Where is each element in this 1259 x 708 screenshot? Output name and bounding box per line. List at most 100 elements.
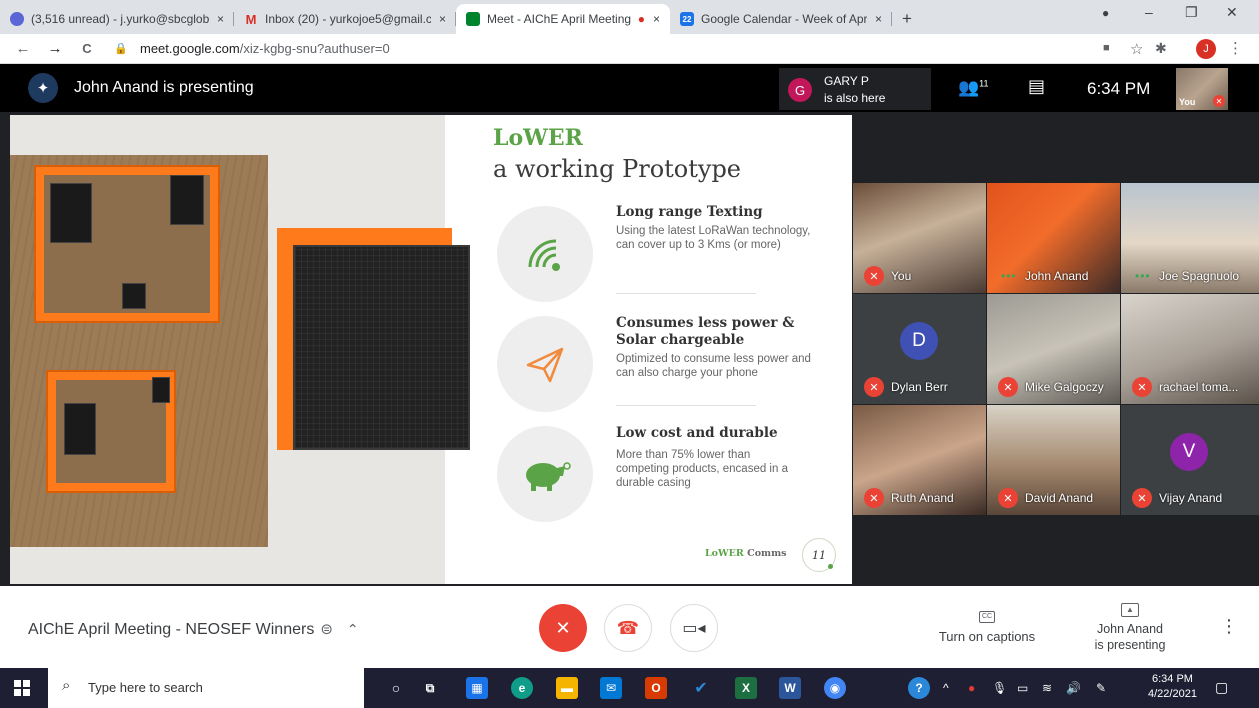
participant-tile[interactable]: D ✕ Dylan Berr: [853, 294, 986, 404]
tab-close-icon[interactable]: ×: [217, 12, 224, 26]
attachment-icon: ⊜: [320, 621, 333, 638]
minimize-button[interactable]: –: [1145, 4, 1153, 20]
meeting-stage: LoWER a working Prototype Long range Tex…: [0, 112, 1259, 586]
leave-call-button[interactable]: ☎: [604, 604, 652, 652]
tab-title: (3,516 unread) - j.yurko@sbcglob: [31, 12, 209, 26]
back-button[interactable]: ←: [14, 40, 32, 57]
meeting-details-button[interactable]: AIChE April Meeting - NEOSEF Winners ⊜ ⌃: [28, 620, 359, 639]
mic-off-icon: ✕: [1132, 488, 1152, 508]
feature-body: Using the latest LoRaWan technology, can…: [616, 225, 811, 251]
participant-tile[interactable]: V ✕ Vijay Anand: [1121, 405, 1259, 515]
battery-icon[interactable]: ▭: [1017, 681, 1028, 695]
extensions-icon[interactable]: ✱: [1155, 40, 1167, 57]
show-hidden-icons-icon[interactable]: ^: [943, 681, 949, 695]
tab-gmail[interactable]: M Inbox (20) - yurkojoe5@gmail.co ×: [234, 4, 456, 34]
participant-tile[interactable]: ✕ Mike Galgoczy: [987, 294, 1120, 404]
participant-tile[interactable]: ✕ Ruth Anand: [853, 405, 986, 515]
windows-start-icon[interactable]: [14, 680, 30, 696]
chat-icon[interactable]: ▤: [1028, 76, 1045, 97]
tab-close-icon[interactable]: ×: [653, 12, 660, 26]
office-app-icon[interactable]: O: [645, 677, 667, 699]
browser-menu-icon[interactable]: ⋮: [1228, 39, 1243, 57]
tab-title: Inbox (20) - yurkojoe5@gmail.co: [265, 12, 431, 26]
participant-tile[interactable]: ••• John Anand: [987, 183, 1120, 293]
video-camera-icon: ▭◂: [682, 620, 706, 637]
recording-dot-icon: ●: [637, 12, 645, 26]
taskbar-search-box[interactable]: ⌕ Type here to search: [48, 668, 364, 708]
wood-board-image: [10, 155, 268, 547]
slide-page-number: 11: [802, 538, 836, 572]
self-view-thumbnail[interactable]: You ✕: [1176, 68, 1228, 110]
word-icon[interactable]: W: [779, 677, 801, 699]
notifications-icon[interactable]: ▢: [1215, 679, 1228, 696]
meet-tray-icon[interactable]: ●: [968, 681, 975, 695]
captions-button[interactable]: CC Turn on captions: [937, 606, 1037, 644]
mic-off-icon: ✕: [555, 617, 571, 638]
profile-dot-icon[interactable]: ●: [1102, 6, 1109, 20]
speaking-indicator-icon: •••: [1135, 269, 1151, 283]
circuit-board-image: [50, 183, 92, 243]
prototype-photo: [10, 115, 470, 584]
todo-app-icon[interactable]: ✔: [690, 677, 712, 699]
present-now-button[interactable]: ▲ John Anand is presenting: [1082, 600, 1178, 653]
slide-footer-brand: LoWER Comms: [705, 548, 787, 559]
help-icon[interactable]: ?: [908, 677, 930, 699]
reload-button[interactable]: C: [78, 41, 96, 56]
microphone-tray-icon[interactable]: 🎙: [992, 681, 1007, 695]
maximize-button[interactable]: ❐: [1185, 4, 1198, 21]
participant-tile[interactable]: ✕ rachael toma...: [1121, 294, 1259, 404]
taskbar-clock[interactable]: 6:34 PM 4/22/2021: [1148, 672, 1197, 702]
participant-tile[interactable]: ✕ David Anand: [987, 405, 1120, 515]
mail-app-icon[interactable]: ✉: [600, 677, 622, 699]
participant-name: Joe Spagnuolo: [1159, 269, 1240, 283]
task-view-icon[interactable]: ⧉: [419, 677, 441, 699]
profile-avatar[interactable]: J: [1196, 39, 1216, 59]
tab-google-calendar[interactable]: 22 Google Calendar - Week of April ×: [670, 4, 892, 34]
camera-in-use-icon[interactable]: ■: [1103, 42, 1110, 54]
bookmark-star-icon[interactable]: ☆: [1130, 40, 1143, 58]
wifi-icon[interactable]: ≋: [1042, 681, 1052, 695]
camera-toggle-button[interactable]: ▭◂: [670, 604, 718, 652]
url-host: meet.google.com: [140, 41, 240, 56]
edge-browser-icon[interactable]: e: [511, 677, 533, 699]
wifi-signal-icon: [528, 239, 560, 271]
participant-name: David Anand: [1025, 491, 1094, 505]
avatar: G: [788, 78, 812, 102]
participants-button[interactable]: 👥11: [958, 78, 989, 98]
mic-off-icon: ✕: [998, 488, 1018, 508]
mic-off-icon: ✕: [1132, 377, 1152, 397]
presentation-slide: LoWER a working Prototype Long range Tex…: [10, 115, 852, 584]
cortana-icon[interactable]: ○: [385, 677, 407, 699]
brand-suffix: Comms: [747, 548, 787, 559]
presenting-banner: John Anand is presenting: [74, 79, 254, 96]
volume-icon[interactable]: 🔊: [1066, 681, 1081, 695]
participant-tile[interactable]: ✕ You: [853, 183, 986, 293]
feature-body: Optimized to consume less power and can …: [616, 353, 811, 379]
mic-toggle-button[interactable]: ✕: [539, 604, 587, 652]
lock-icon: 🔒: [114, 43, 128, 55]
new-tab-button[interactable]: +: [892, 4, 922, 34]
pen-icon[interactable]: ✎: [1096, 681, 1106, 695]
speaking-indicator-icon: •••: [1001, 269, 1017, 283]
tab-yahoo-mail[interactable]: (3,516 unread) - j.yurko@sbcglob ×: [0, 4, 234, 34]
presenting-line2: is presenting: [1094, 638, 1166, 652]
tab-title: Google Calendar - Week of April: [701, 12, 867, 26]
participant-name: Ruth Anand: [891, 491, 954, 505]
also-here-notice[interactable]: G GARY P is also here: [779, 68, 931, 110]
chrome-icon[interactable]: ◉: [824, 677, 846, 699]
tab-google-meet[interactable]: Meet - AIChE April Meeting ● ×: [456, 4, 670, 34]
excel-icon[interactable]: X: [735, 677, 757, 699]
participant-tile[interactable]: ••• Joe Spagnuolo: [1121, 183, 1259, 293]
close-window-button[interactable]: ✕: [1226, 4, 1238, 21]
tab-close-icon[interactable]: ×: [439, 12, 446, 26]
windows-taskbar: ⌕ Type here to search ○ ⧉ ▦ e ▬ ✉ O ✔ X …: [0, 668, 1259, 708]
divider: [616, 293, 756, 294]
file-explorer-icon[interactable]: ▬: [556, 677, 578, 699]
more-options-icon[interactable]: ⋮: [1220, 616, 1238, 637]
url-field[interactable]: meet.google.com/xiz-kgbg-snu?authuser=0: [140, 41, 390, 56]
tab-close-icon[interactable]: ×: [875, 12, 882, 26]
presenting-line1: John Anand: [1096, 622, 1164, 636]
forward-button[interactable]: →: [46, 40, 64, 57]
calendar-app-icon[interactable]: ▦: [466, 677, 488, 699]
feature-circle: [497, 316, 593, 412]
